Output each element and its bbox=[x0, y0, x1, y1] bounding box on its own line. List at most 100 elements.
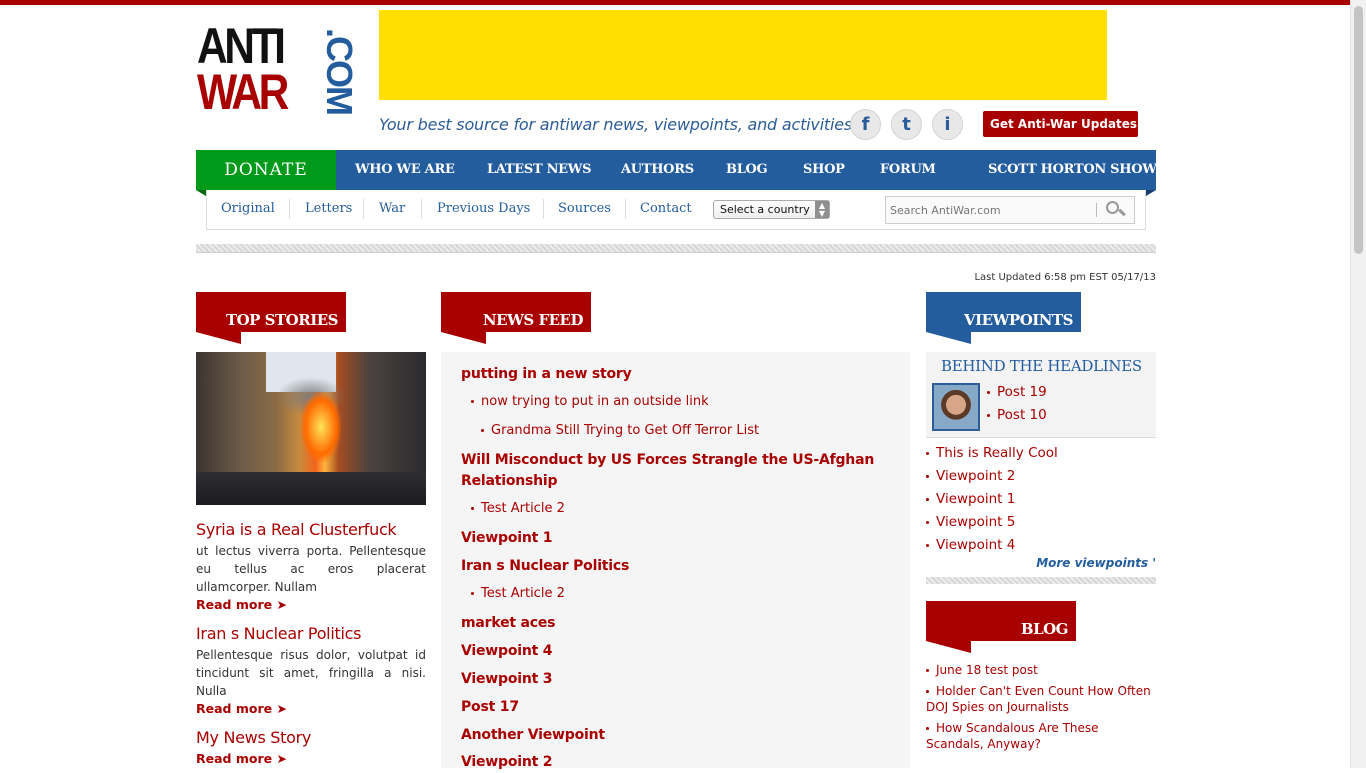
viewpoint-link[interactable]: Viewpoint 2 bbox=[936, 468, 1015, 484]
heading-tail bbox=[926, 641, 971, 653]
bullet-icon bbox=[926, 727, 929, 730]
search-box bbox=[885, 196, 1135, 224]
subnav-divider bbox=[289, 199, 290, 219]
feed-sublink[interactable]: Grandma Still Trying to Get Off Terror L… bbox=[491, 423, 759, 438]
subnav-sources[interactable]: Sources bbox=[558, 201, 611, 216]
top-story-photo[interactable] bbox=[196, 352, 426, 505]
viewpoint-link[interactable]: This is Really Cool bbox=[936, 445, 1058, 461]
nav-forum[interactable]: FORUM bbox=[880, 150, 936, 190]
feed-headline[interactable]: Iran s Nuclear Politics bbox=[461, 556, 881, 577]
feed-sublink[interactable]: Test Article 2 bbox=[481, 586, 565, 601]
story-title[interactable]: Iran s Nuclear Politics bbox=[196, 624, 361, 643]
country-select[interactable]: Select a country ▲ ▼ bbox=[713, 200, 830, 219]
logo-com: .COM bbox=[319, 28, 360, 114]
nav-latest-news[interactable]: LATEST NEWS bbox=[487, 150, 591, 190]
bth-post-link[interactable]: Post 10 bbox=[997, 407, 1047, 423]
subnav-war[interactable]: War bbox=[379, 201, 405, 216]
behind-headlines-title: BEHIND THE HEADLINES bbox=[941, 357, 1142, 375]
select-arrows-icon: ▲ ▼ bbox=[815, 201, 829, 218]
nav-scott-horton-show[interactable]: SCOTT HORTON SHOW bbox=[988, 150, 1157, 190]
nav-shop[interactable]: SHOP bbox=[803, 150, 845, 190]
twitter-icon[interactable]: t bbox=[891, 109, 922, 140]
bullet-icon bbox=[481, 429, 484, 432]
last-updated: Last Updated 6:58 pm EST 05/17/13 bbox=[974, 272, 1156, 283]
bullet-icon bbox=[926, 543, 929, 547]
news-feed-heading: NEWS FEED bbox=[441, 292, 591, 332]
scrollbar-thumb[interactable] bbox=[1354, 6, 1363, 254]
feed-headline[interactable]: Viewpoint 3 bbox=[461, 669, 881, 690]
feed-headline[interactable]: Post 17 bbox=[461, 697, 881, 718]
search-input[interactable] bbox=[886, 197, 1096, 223]
banner-ad[interactable] bbox=[379, 10, 1107, 100]
subnav-divider bbox=[625, 199, 626, 219]
subnav-previous-days[interactable]: Previous Days bbox=[437, 201, 530, 216]
feed-headline[interactable]: putting in a new story bbox=[461, 364, 881, 385]
bth-post: Post 19 bbox=[987, 384, 1047, 400]
feed-headline[interactable]: Viewpoint 4 bbox=[461, 641, 881, 662]
read-more-link[interactable]: Read more ➤ bbox=[196, 751, 287, 766]
story-excerpt: Pellentesque risus dolor, volutpat id ti… bbox=[196, 648, 426, 698]
viewpoint-link[interactable]: Viewpoint 4 bbox=[936, 537, 1015, 553]
blog-item: How Scandalous Are These Scandals, Anywa… bbox=[926, 720, 1151, 752]
feed-headline[interactable]: Will Misconduct by US Forces Strangle th… bbox=[461, 450, 881, 492]
rss-icon[interactable]: i bbox=[932, 109, 963, 140]
blog-link[interactable]: June 18 test post bbox=[936, 663, 1038, 677]
blog-item: June 18 test post bbox=[926, 662, 1151, 678]
bullet-icon bbox=[471, 592, 474, 595]
feed-subitem: Test Article 2 bbox=[471, 501, 565, 516]
bullet-icon bbox=[926, 669, 929, 672]
viewpoint-link[interactable]: Viewpoint 1 bbox=[936, 491, 1015, 507]
heading-tail bbox=[441, 332, 486, 344]
read-more-link[interactable]: Read more ➤ bbox=[196, 701, 287, 716]
blog-link[interactable]: Holder Can't Even Count How Often DOJ Sp… bbox=[926, 684, 1151, 714]
site-tagline: Your best source for antiwar news, viewp… bbox=[379, 115, 857, 134]
subnav-letters[interactable]: Letters bbox=[305, 201, 352, 216]
bullet-icon bbox=[471, 507, 474, 510]
bth-post-link[interactable]: Post 19 bbox=[997, 384, 1047, 400]
story-title[interactable]: Syria is a Real Clusterfuck bbox=[196, 520, 397, 539]
feed-headline[interactable]: market aces bbox=[461, 613, 881, 634]
nav-blog[interactable]: BLOG bbox=[726, 150, 768, 190]
viewpoint-item: This is Really Cool bbox=[926, 445, 1058, 461]
feed-headline[interactable]: Viewpoint 2 bbox=[461, 752, 881, 773]
donate-button[interactable]: DONATE bbox=[196, 150, 336, 190]
more-viewpoints-link[interactable]: More viewpoints ' bbox=[1030, 556, 1156, 570]
page-scrollbar[interactable] bbox=[1350, 0, 1366, 768]
subnav-divider bbox=[363, 199, 364, 219]
logo-war: WAR bbox=[197, 64, 289, 120]
story-excerpt: ut lectus viverra porta. Pellentesque eu… bbox=[196, 544, 426, 594]
blog-link[interactable]: How Scandalous Are These Scandals, Anywa… bbox=[926, 721, 1099, 751]
feed-subitem: Grandma Still Trying to Get Off Terror L… bbox=[481, 423, 759, 438]
viewpoint-item: Viewpoint 2 bbox=[926, 468, 1015, 484]
author-avatar[interactable] bbox=[932, 383, 980, 431]
subnav-divider bbox=[543, 199, 544, 219]
viewpoint-item: Viewpoint 4 bbox=[926, 537, 1015, 553]
get-updates-button[interactable]: Get Anti-War Updates ▾ bbox=[983, 111, 1138, 157]
bullet-icon bbox=[926, 474, 929, 478]
bullet-icon bbox=[926, 690, 929, 693]
bullet-icon bbox=[987, 413, 990, 417]
story-title[interactable]: My News Story bbox=[196, 728, 311, 747]
nav-authors[interactable]: AUTHORS bbox=[621, 150, 694, 190]
feed-headline[interactable]: Another Viewpoint bbox=[461, 725, 881, 746]
bth-post: Post 10 bbox=[987, 407, 1047, 423]
feed-sublink[interactable]: now trying to put in an outside link bbox=[481, 394, 709, 409]
feed-sublink[interactable]: Test Article 2 bbox=[481, 501, 565, 516]
divider-stripe bbox=[196, 244, 1156, 253]
top-stories-heading: TOP STORIES bbox=[196, 292, 346, 332]
heading-tail bbox=[196, 332, 241, 344]
feed-subitem: now trying to put in an outside link bbox=[471, 394, 709, 409]
subnav-original[interactable]: Original bbox=[221, 201, 275, 216]
facebook-icon[interactable]: f bbox=[850, 109, 881, 140]
bullet-icon bbox=[926, 520, 929, 524]
viewpoint-link[interactable]: Viewpoint 5 bbox=[936, 514, 1015, 530]
read-more-link[interactable]: Read more ➤ bbox=[196, 597, 287, 612]
nav-fold bbox=[1146, 190, 1156, 196]
divider-stripe bbox=[926, 577, 1156, 584]
nav-who-we-are[interactable]: WHO WE ARE bbox=[355, 150, 455, 190]
site-logo[interactable]: ANTI WAR .COM bbox=[197, 21, 360, 120]
feed-headline[interactable]: Viewpoint 1 bbox=[461, 528, 881, 549]
bullet-icon bbox=[926, 497, 929, 501]
search-icon[interactable] bbox=[1106, 201, 1126, 221]
subnav-contact[interactable]: Contact bbox=[640, 201, 692, 216]
